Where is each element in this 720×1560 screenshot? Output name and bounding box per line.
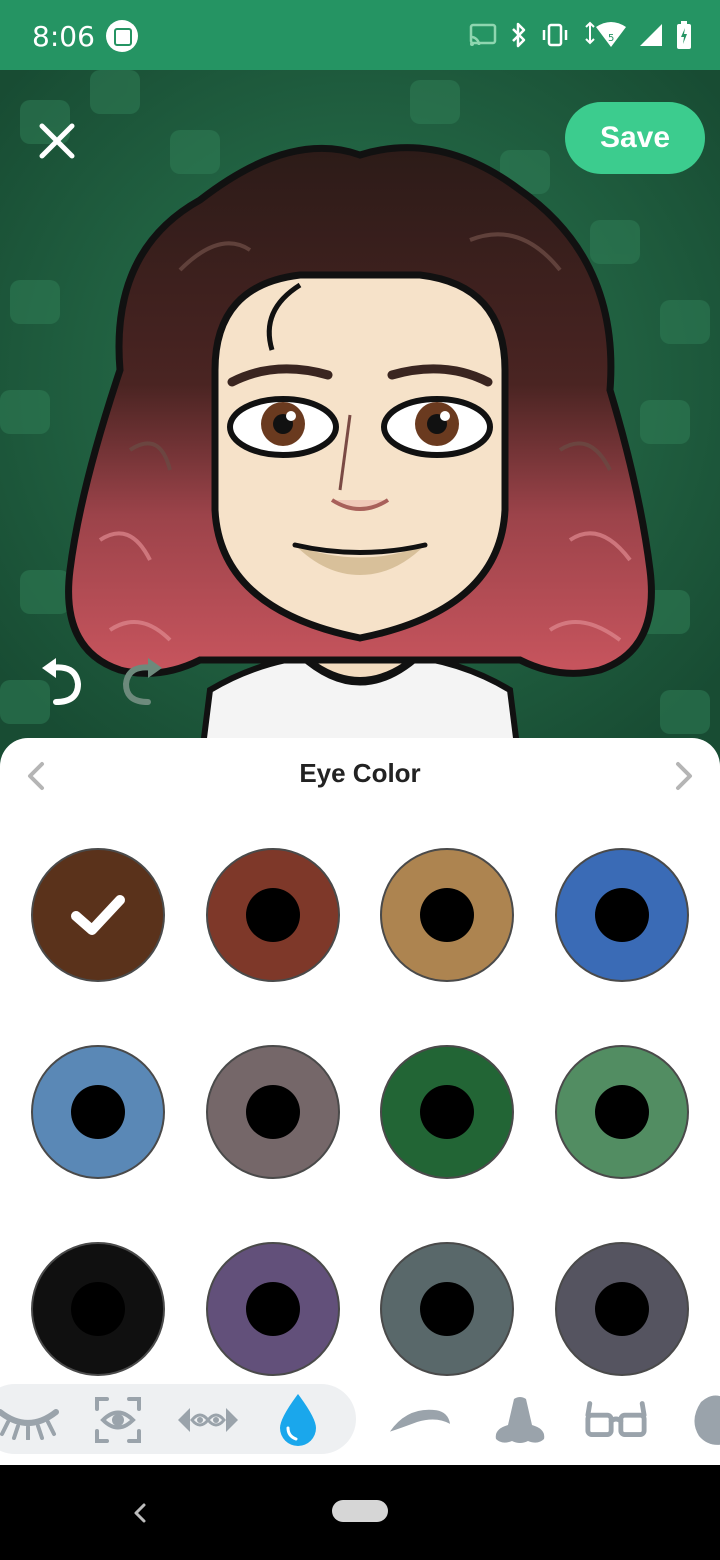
checkmark-icon xyxy=(71,895,125,935)
eye-color-swatch[interactable] xyxy=(555,848,689,982)
home-pill[interactable] xyxy=(332,1500,388,1522)
pupil xyxy=(595,1085,649,1139)
signal-icon xyxy=(640,24,662,46)
eye-color-swatch[interactable] xyxy=(206,848,340,982)
pupil xyxy=(420,1282,474,1336)
vibrate-icon xyxy=(542,23,568,47)
pupil xyxy=(71,1282,125,1336)
eyebrow-icon[interactable] xyxy=(388,1390,452,1450)
avatar-illustration xyxy=(0,70,720,770)
pupil xyxy=(595,888,649,942)
pupil xyxy=(71,1085,125,1139)
chevron-right-icon[interactable] xyxy=(668,758,698,794)
sheet-title: Eye Color xyxy=(299,758,421,788)
svg-text:5: 5 xyxy=(608,33,614,44)
pupil xyxy=(595,1282,649,1336)
eye-color-swatch[interactable] xyxy=(206,1045,340,1179)
battery-icon xyxy=(677,21,691,49)
undo-icon[interactable] xyxy=(38,656,84,706)
eye-size-icon[interactable] xyxy=(86,1390,150,1450)
screenshot-app-icon xyxy=(106,20,138,52)
eye-color-swatch[interactable] xyxy=(380,848,514,982)
redo-icon[interactable] xyxy=(120,656,166,706)
eyelashes-icon[interactable] xyxy=(0,1390,60,1450)
eye-color-swatch[interactable] xyxy=(31,1045,165,1179)
save-button[interactable]: Save xyxy=(565,102,705,174)
status-icons: 5 xyxy=(468,18,692,52)
eye-color-swatch[interactable] xyxy=(380,1242,514,1376)
eye-color-swatch[interactable] xyxy=(555,1242,689,1376)
pupil xyxy=(246,1282,300,1336)
bluetooth-icon xyxy=(512,22,526,48)
back-icon[interactable] xyxy=(124,1495,154,1531)
avatar-preview: Save xyxy=(0,70,720,770)
eye-color-swatch[interactable] xyxy=(555,1045,689,1179)
eye-spacing-icon[interactable] xyxy=(176,1390,240,1450)
ear-icon[interactable] xyxy=(680,1390,720,1450)
cast-icon xyxy=(469,23,497,46)
nose-icon[interactable] xyxy=(488,1390,552,1450)
eye-color-drop-icon[interactable] xyxy=(266,1390,330,1450)
wifi-icon: 5 xyxy=(585,21,626,47)
pupil xyxy=(246,1085,300,1139)
eye-color-swatch-selected[interactable] xyxy=(31,848,165,982)
pupil xyxy=(420,888,474,942)
category-bar xyxy=(0,1382,720,1464)
pupil xyxy=(246,888,300,942)
eye-color-swatch[interactable] xyxy=(31,1242,165,1376)
status-time: 8:06 xyxy=(32,20,95,53)
glasses-icon[interactable] xyxy=(584,1390,648,1450)
eye-color-sheet: Eye Color xyxy=(0,738,720,1465)
eye-color-swatch[interactable] xyxy=(206,1242,340,1376)
status-bar: 8:06 5 xyxy=(0,0,720,70)
pupil xyxy=(420,1085,474,1139)
close-icon[interactable] xyxy=(36,120,78,162)
eye-color-swatch[interactable] xyxy=(380,1045,514,1179)
